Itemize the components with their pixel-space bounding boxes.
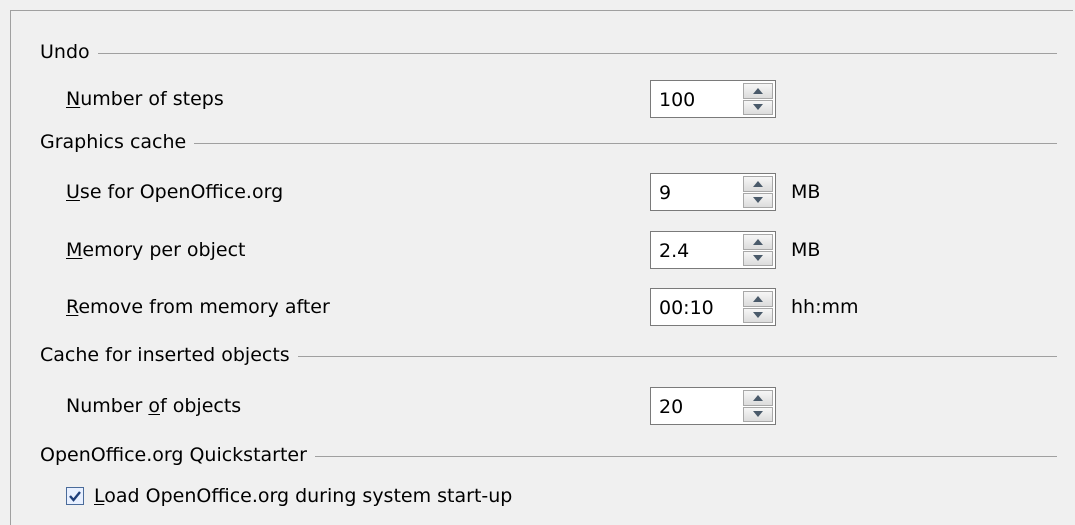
spinbox-buttons [743,291,773,323]
row-use-for-openoffice: Use for OpenOffice.org 9 MB [0,173,1075,213]
mnemonic: U [66,181,80,203]
label-text: f objects [160,395,242,417]
label-text: oad OpenOffice.org during system start-u… [104,485,513,507]
arrow-up-icon [753,180,763,187]
mnemonic: R [66,296,79,318]
number-of-steps-spinbox[interactable]: 100 [650,80,776,118]
number-of-steps-label: Number of steps [66,88,224,110]
section-divider [194,142,1057,144]
use-for-spinbox[interactable]: 9 [650,173,776,211]
section-graphics-cache: Graphics cache [40,130,1057,154]
remove-after-spinbox[interactable]: 00:10 [650,288,776,326]
arrow-up-icon [753,394,763,401]
spinbox-value[interactable]: 2.4 [659,240,689,262]
arrow-down-icon [753,312,763,319]
section-undo: Undo [40,40,1057,64]
section-divider [97,52,1057,54]
memory-per-object-label: Memory per object [66,239,245,261]
section-divider [297,355,1057,357]
spin-down-button[interactable] [743,99,773,115]
section-inserted-objects-cache: Cache for inserted objects [40,343,1057,367]
section-title: Cache for inserted objects [40,344,290,366]
spinbox-buttons [743,234,773,266]
arrow-up-icon [753,238,763,245]
spin-down-button[interactable] [743,192,773,208]
spin-up-button[interactable] [743,390,773,406]
number-of-objects-label: Number of objects [66,395,241,417]
arrow-down-icon [753,197,763,204]
spinbox-buttons [743,83,773,115]
mnemonic: o [148,395,160,417]
mnemonic: N [66,88,81,110]
spin-up-button[interactable] [743,176,773,192]
unit-label: MB [791,239,821,261]
label-text: umber of steps [80,88,224,110]
section-quickstarter: OpenOffice.org Quickstarter [40,443,1057,467]
spinbox-value[interactable]: 100 [659,89,695,111]
spin-up-button[interactable] [743,291,773,307]
memory-per-object-spinbox[interactable]: 2.4 [650,231,776,269]
load-during-startup-option[interactable]: Load OpenOffice.org during system start-… [66,482,512,510]
section-title: Undo [40,41,90,63]
unit-label: hh:mm [791,296,859,318]
checkmark-icon [69,491,81,502]
spin-down-button[interactable] [743,307,773,323]
arrow-down-icon [753,255,763,262]
row-remove-from-memory: Remove from memory after 00:10 hh:mm [0,288,1075,328]
arrow-up-icon [753,87,763,94]
section-title: Graphics cache [40,131,187,153]
spin-up-button[interactable] [743,83,773,99]
row-number-of-steps: Number of steps 100 [0,80,1075,120]
label-text: emory per object [82,239,246,261]
spin-down-button[interactable] [743,406,773,422]
load-during-startup-checkbox[interactable] [66,487,84,505]
section-divider [314,455,1057,457]
number-of-objects-spinbox[interactable]: 20 [650,387,776,425]
label-text: se for OpenOffice.org [79,181,284,203]
unit-label: MB [791,181,821,203]
mnemonic: L [94,485,105,507]
spin-down-button[interactable] [743,250,773,266]
arrow-up-icon [753,295,763,302]
row-memory-per-object: Memory per object 2.4 MB [0,231,1075,271]
label-text: emove from memory after [78,296,330,318]
arrow-down-icon [753,104,763,111]
load-during-startup-label: Load OpenOffice.org during system start-… [94,485,512,507]
spinbox-buttons [743,390,773,422]
spinbox-buttons [743,176,773,208]
use-for-label: Use for OpenOffice.org [66,181,283,203]
arrow-down-icon [753,411,763,418]
label-text: Number [66,395,149,417]
mnemonic: M [66,239,83,261]
spinbox-value[interactable]: 20 [659,396,683,418]
spin-up-button[interactable] [743,234,773,250]
spinbox-value[interactable]: 00:10 [659,297,714,319]
section-title: OpenOffice.org Quickstarter [40,444,307,466]
spinbox-value[interactable]: 9 [659,182,671,204]
remove-after-label: Remove from memory after [66,296,330,318]
row-number-of-objects: Number of objects 20 [0,387,1075,427]
